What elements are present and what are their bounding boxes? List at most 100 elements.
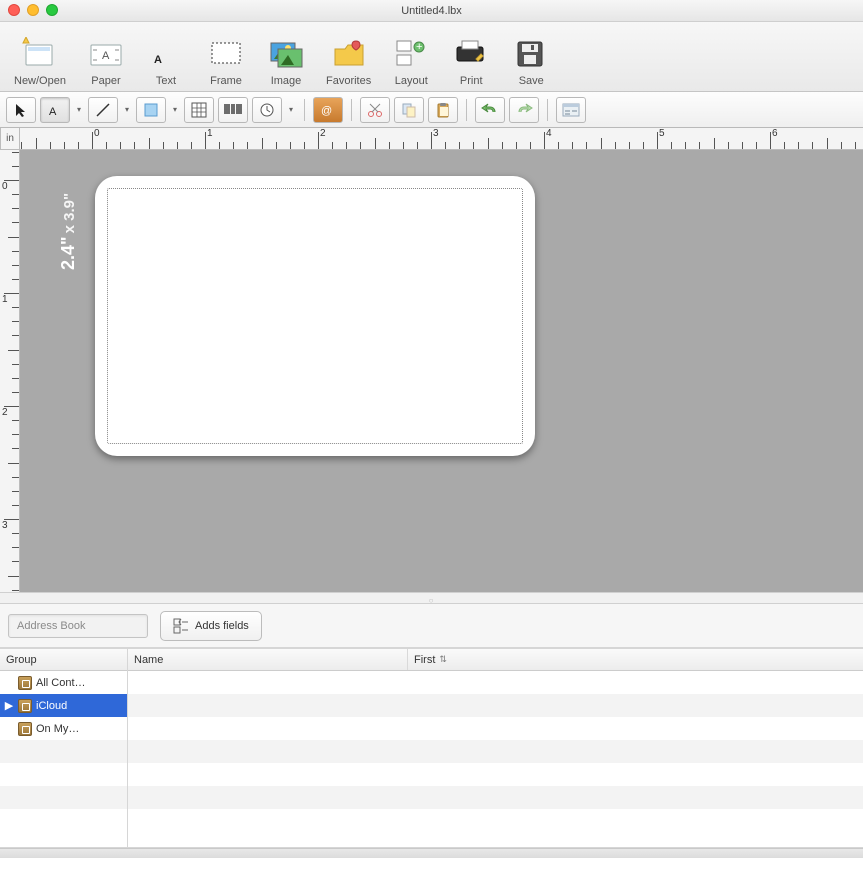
horizontal-ruler[interactable]: 0123456 <box>20 128 863 150</box>
text-label: Text <box>156 75 176 87</box>
group-column: Group All Cont… ▶ iCloud On My… <box>0 649 128 847</box>
add-fields-label: Adds fields <box>195 620 249 632</box>
paper-icon: A <box>86 33 126 73</box>
text-button[interactable]: A Text <box>136 31 196 91</box>
window-controls <box>8 4 58 16</box>
label-height: 2.4" <box>58 236 78 270</box>
table-row[interactable] <box>128 694 863 717</box>
barcode-tool-button[interactable] <box>218 97 248 123</box>
contacts-icon <box>18 699 32 713</box>
design-canvas[interactable]: 2.4" x 3.9" <box>20 150 863 592</box>
favorites-label: Favorites <box>326 75 371 87</box>
text-tool-button[interactable]: A <box>40 97 70 123</box>
panel-resize-bar[interactable]: ○ <box>0 592 863 604</box>
label-safe-area <box>107 188 523 444</box>
group-label: All Cont… <box>36 677 86 689</box>
barcode-icon <box>223 102 243 118</box>
group-header[interactable]: Group <box>0 654 43 666</box>
copy-icon <box>401 102 417 118</box>
new-open-label: New/Open <box>14 75 66 87</box>
ruler-unit: in <box>0 128 20 150</box>
new-open-icon <box>20 33 60 73</box>
layout-button[interactable]: + Layout <box>381 31 441 91</box>
new-open-button[interactable]: New/Open <box>4 31 76 91</box>
contacts-icon <box>18 676 32 690</box>
record-list[interactable] <box>128 671 863 847</box>
save-button[interactable]: Save <box>501 31 561 91</box>
shape-tool-dropdown[interactable]: ▾ <box>170 105 180 114</box>
table-row[interactable] <box>128 786 863 809</box>
save-icon <box>511 33 551 73</box>
table-row[interactable] <box>128 740 863 763</box>
add-fields-icon <box>173 618 189 634</box>
properties-icon <box>562 103 580 117</box>
vertical-ruler[interactable]: 0123 <box>0 150 20 592</box>
print-button[interactable]: Print <box>441 31 501 91</box>
email-tool-button[interactable]: @ <box>313 97 343 123</box>
close-window-button[interactable] <box>8 4 20 16</box>
svg-text:@: @ <box>321 105 332 117</box>
cut-button[interactable] <box>360 97 390 123</box>
copy-button[interactable] <box>394 97 424 123</box>
minimize-window-button[interactable] <box>27 4 39 16</box>
image-button[interactable]: Image <box>256 31 316 91</box>
data-source-field[interactable]: Address Book <box>8 614 148 638</box>
line-tool-dropdown[interactable]: ▾ <box>122 105 132 114</box>
group-label: iCloud <box>36 700 67 712</box>
table-row[interactable] <box>128 717 863 740</box>
group-row-all-contacts[interactable]: All Cont… <box>0 671 127 694</box>
paste-button[interactable] <box>428 97 458 123</box>
text-tool-icon: A <box>47 102 63 118</box>
list-item <box>0 763 127 786</box>
favorites-button[interactable]: Favorites <box>316 31 381 91</box>
frame-icon <box>206 33 246 73</box>
datetime-tool-button[interactable] <box>252 97 282 123</box>
favorites-icon <box>329 33 369 73</box>
pointer-icon <box>13 102 29 118</box>
print-label: Print <box>460 75 483 87</box>
option-toolbar: A ▾ ▾ ▾ ▾ @ <box>0 92 863 128</box>
grip-icon: ○ <box>429 596 435 605</box>
label-width: x 3.9" <box>61 193 78 233</box>
table-tool-button[interactable] <box>184 97 214 123</box>
list-item <box>0 809 127 832</box>
sort-icon: ⇅ <box>439 654 447 665</box>
table-row[interactable] <box>128 763 863 786</box>
line-icon <box>95 102 111 118</box>
group-row-on-my-mac[interactable]: On My… <box>0 717 127 740</box>
database-toolbar: Address Book Adds fields <box>0 604 863 648</box>
group-row-icloud[interactable]: ▶ iCloud <box>0 694 127 717</box>
label-object[interactable] <box>95 176 535 456</box>
undo-button[interactable] <box>475 97 505 123</box>
label-dimensions: 2.4" x 3.9" <box>58 193 79 270</box>
image-icon <box>266 33 306 73</box>
first-header[interactable]: First⇅ <box>408 654 863 666</box>
redo-icon <box>515 102 533 118</box>
disclosure-triangle-icon[interactable]: ▶ <box>4 699 14 712</box>
table-row[interactable] <box>128 809 863 832</box>
shape-tool-button[interactable] <box>136 97 166 123</box>
list-item <box>0 740 127 763</box>
paper-button[interactable]: A Paper <box>76 31 136 91</box>
window-title: Untitled4.lbx <box>401 5 462 17</box>
table-icon <box>191 102 207 118</box>
pointer-tool-button[interactable] <box>6 97 36 123</box>
redo-button[interactable] <box>509 97 539 123</box>
line-tool-button[interactable] <box>88 97 118 123</box>
text-icon: A <box>146 33 186 73</box>
list-item <box>0 786 127 809</box>
frame-button[interactable]: Frame <box>196 31 256 91</box>
window-footer <box>0 848 863 858</box>
add-fields-button[interactable]: Adds fields <box>160 611 262 641</box>
group-list[interactable]: All Cont… ▶ iCloud On My… <box>0 671 127 847</box>
group-label: On My… <box>36 723 79 735</box>
svg-text:A: A <box>49 106 57 118</box>
table-row[interactable] <box>128 671 863 694</box>
datetime-dropdown[interactable]: ▾ <box>286 105 296 114</box>
scissors-icon <box>367 102 383 118</box>
text-tool-dropdown[interactable]: ▾ <box>74 105 84 114</box>
properties-button[interactable] <box>556 97 586 123</box>
paper-label: Paper <box>91 75 120 87</box>
zoom-window-button[interactable] <box>46 4 58 16</box>
name-header[interactable]: Name <box>128 649 408 670</box>
